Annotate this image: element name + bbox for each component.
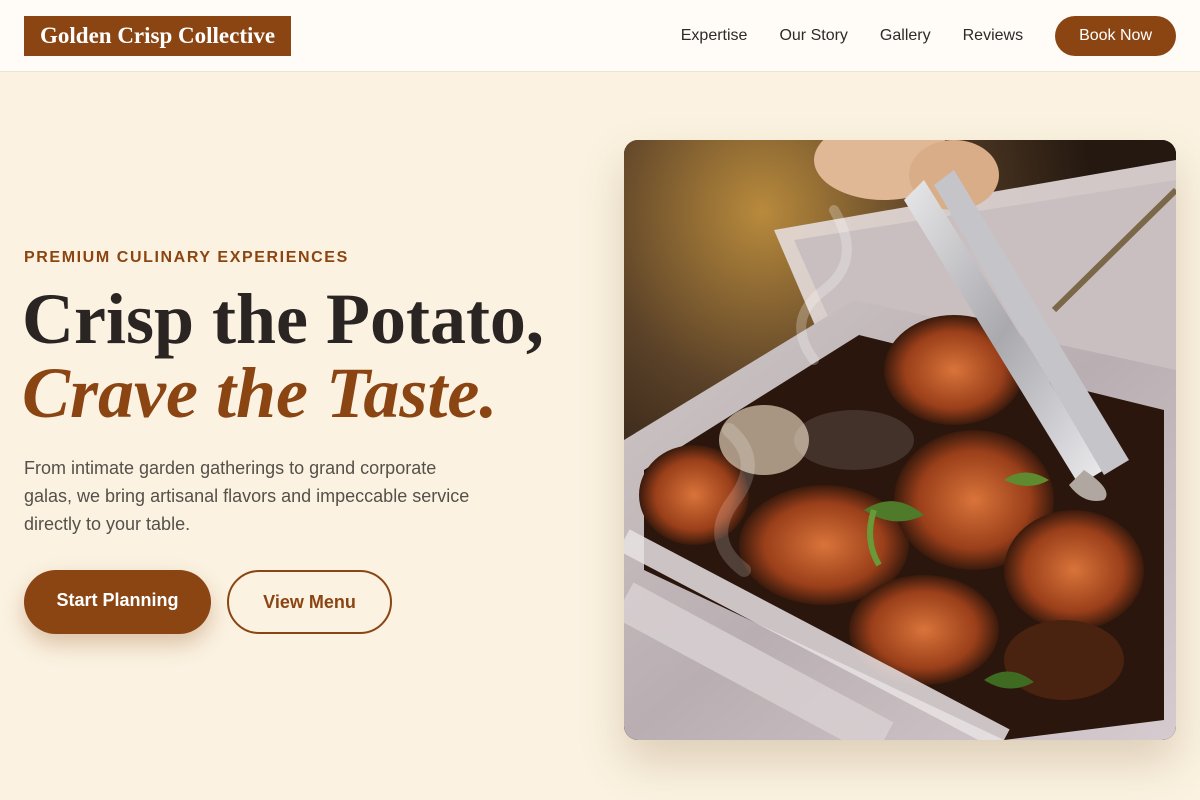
hero-headline-line1: Crisp the Potato,	[22, 279, 544, 359]
nav-link-reviews[interactable]: Reviews	[963, 16, 1023, 56]
hero-description: From intimate garden gatherings to grand…	[24, 458, 470, 534]
nav-link-gallery[interactable]: Gallery	[880, 16, 931, 56]
nav-link-our-story[interactable]: Our Story	[779, 16, 847, 56]
brand-logo[interactable]: Golden Crisp Collective	[24, 16, 292, 56]
hero-eyebrow: PREMIUM CULINARY EXPERIENCES	[24, 249, 349, 266]
food-photo-illustration	[624, 140, 1176, 740]
hero-food-photo	[624, 140, 1176, 740]
site-header: Golden Crisp Collective Expertise Our St…	[0, 0, 1200, 72]
main-nav: Expertise Our Story Gallery Reviews Book…	[681, 16, 1176, 56]
start-planning-button[interactable]: Start Planning	[24, 570, 211, 634]
book-now-button[interactable]: Book Now	[1055, 16, 1176, 56]
nav-link-expertise[interactable]: Expertise	[681, 16, 748, 56]
hero-headline: Crisp the Potato, Crave the Taste.	[22, 282, 544, 430]
hero-headline-line2: Crave the Taste.	[22, 353, 498, 433]
view-menu-button[interactable]: View Menu	[227, 570, 392, 634]
